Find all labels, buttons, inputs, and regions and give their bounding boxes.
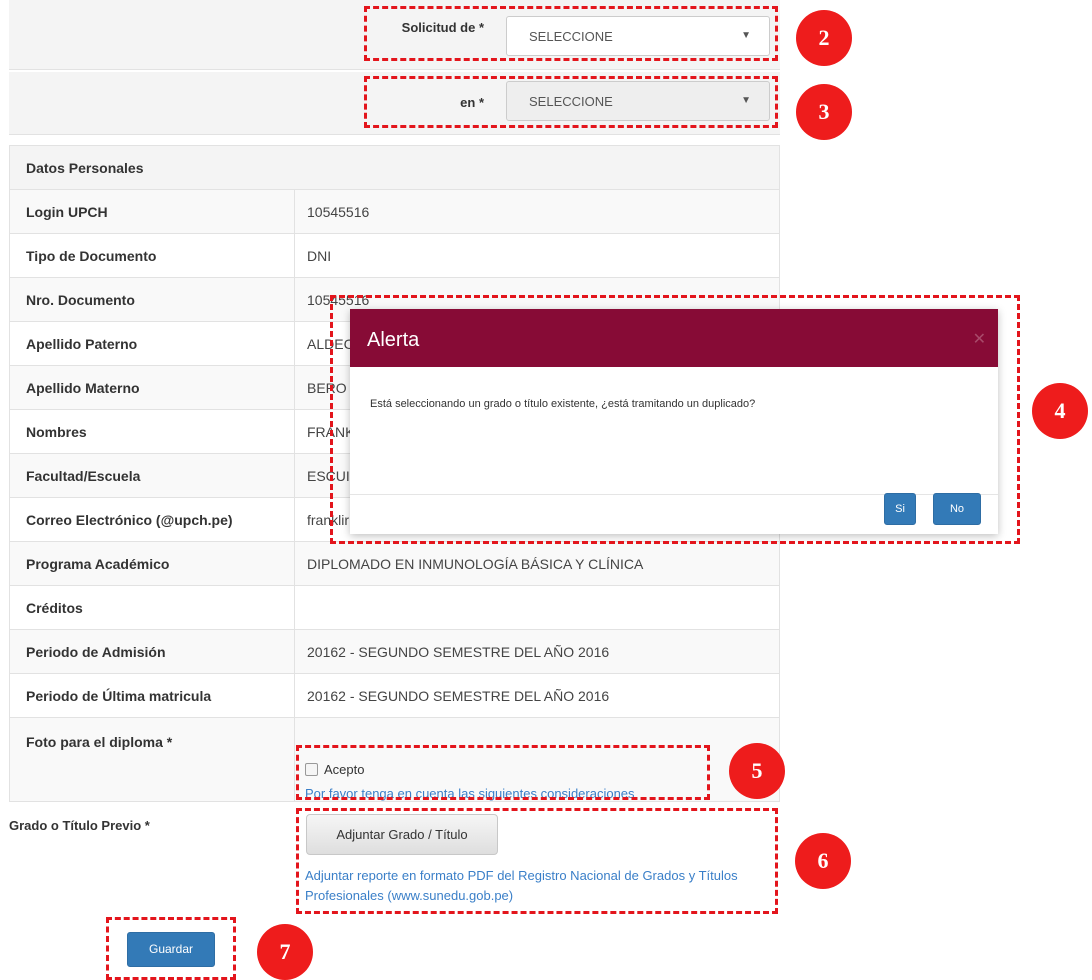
highlight-box-2 — [364, 6, 778, 61]
grado-label: Grado o Título Previo * — [9, 818, 150, 833]
row-label: Nro. Documento — [9, 277, 295, 322]
row-label: Facultad/Escuela — [9, 453, 295, 498]
highlight-box-7 — [106, 917, 236, 980]
marker-6: 6 — [795, 833, 851, 889]
marker-3: 3 — [796, 84, 852, 140]
row-label: Tipo de Documento — [9, 233, 295, 278]
row-value: DIPLOMADO EN INMUNOLOGÍA BÁSICA Y CLÍNIC… — [294, 541, 780, 586]
row-label: Periodo de Admisión — [9, 629, 295, 674]
table-header-row: Datos Personales — [9, 145, 780, 190]
row-label: Periodo de Última matricula — [9, 673, 295, 718]
table-row: Login UPCH 10545516 — [9, 189, 780, 234]
marker-7: 7 — [257, 924, 313, 980]
row-label: Login UPCH — [9, 189, 295, 234]
highlight-box-3 — [364, 76, 778, 128]
marker-2: 2 — [796, 10, 852, 66]
row-label: Apellido Paterno — [9, 321, 295, 366]
row-label: Apellido Materno — [9, 365, 295, 410]
row-value: 20162 - SEGUNDO SEMESTRE DEL AÑO 2016 — [294, 673, 780, 718]
row-label: Programa Académico — [9, 541, 295, 586]
row-value: 10545516 — [294, 189, 780, 234]
table-row: Periodo de Última matricula 20162 - SEGUN… — [9, 673, 780, 718]
marker-4: 4 — [1032, 383, 1088, 439]
table-row: Tipo de Documento DNI — [9, 233, 780, 278]
section-title: Datos Personales — [9, 145, 780, 190]
table-row: Periodo de Admisión 20162 - SEGUNDO SEMES… — [9, 629, 780, 674]
row-value: DNI — [294, 233, 780, 278]
table-row: Programa Académico DIPLOMADO EN INMUNOLOG… — [9, 541, 780, 586]
row-label: Correo Electrónico (@upch.pe) — [9, 497, 295, 542]
row-value — [294, 585, 780, 630]
marker-5: 5 — [729, 743, 785, 799]
row-label: Foto para el diploma * — [9, 717, 295, 802]
row-label: Créditos — [9, 585, 295, 630]
highlight-box-5 — [296, 745, 710, 800]
table-row: Créditos — [9, 585, 780, 630]
row-label: Nombres — [9, 409, 295, 454]
highlight-box-4 — [330, 295, 1020, 544]
highlight-box-6 — [296, 808, 778, 914]
row-value: 20162 - SEGUNDO SEMESTRE DEL AÑO 2016 — [294, 629, 780, 674]
